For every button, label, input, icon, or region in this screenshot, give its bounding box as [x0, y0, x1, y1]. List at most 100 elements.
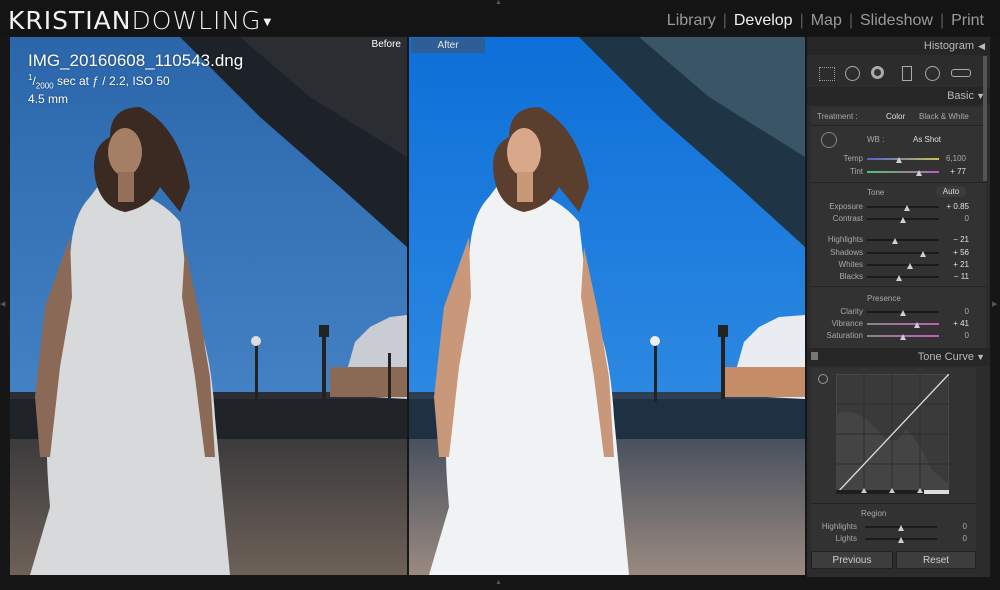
top-panel-toggle-icon[interactable]: ▲: [495, 0, 502, 6]
divider: [811, 503, 976, 504]
shadows-slider-thumb[interactable]: [920, 251, 927, 257]
left-panel-toggle-icon[interactable]: ◀: [0, 300, 5, 308]
spot-removal-icon[interactable]: [845, 66, 860, 81]
basic-header[interactable]: Basic ▼: [807, 87, 990, 105]
blacks-label: Blacks: [839, 272, 863, 281]
vibrance-label: Vibrance: [831, 319, 863, 328]
before-photo-image: [10, 37, 407, 575]
clarity-value[interactable]: 0: [937, 307, 969, 316]
divider: [811, 286, 986, 287]
region-lights-value[interactable]: 0: [935, 534, 967, 543]
module-print[interactable]: Print: [951, 12, 984, 29]
adjustment-brush-icon[interactable]: [951, 69, 971, 77]
temp-slider-thumb[interactable]: [896, 157, 903, 163]
module-slideshow[interactable]: Slideshow: [860, 12, 933, 29]
brand-name-second: DOWLING: [131, 6, 262, 35]
before-label: Before: [371, 39, 401, 50]
crop-overlay-icon[interactable]: [819, 67, 835, 81]
module-picker: Library | Develop | Map | Slideshow | Print: [667, 12, 984, 30]
photo-focal-length: 4.5 mm: [28, 92, 69, 107]
shadows-label: Shadows: [830, 248, 863, 257]
treatment-color-option[interactable]: Color: [886, 112, 905, 121]
previous-button[interactable]: Previous: [811, 551, 893, 569]
shadows-value[interactable]: + 56: [937, 248, 969, 257]
presence-label: Presence: [867, 294, 901, 303]
region-highlights-value[interactable]: 0: [935, 522, 967, 531]
exposure-settings: sec at ƒ / 2.2, ISO 50: [56, 74, 170, 88]
radial-filter-icon[interactable]: [925, 66, 940, 81]
divider: [811, 125, 986, 126]
module-develop[interactable]: Develop: [734, 12, 793, 29]
exposure-slider-thumb[interactable]: [903, 205, 910, 211]
develop-right-panel: Histogram ◀ Basic ▼ Treatment : Color Blac…: [807, 37, 990, 577]
module-divider: |: [939, 12, 945, 29]
identity-plate[interactable]: KRISTIANDOWLING ▼: [8, 6, 272, 35]
temp-value[interactable]: 6,100: [934, 154, 966, 163]
divider: [811, 182, 986, 183]
tone-curve-section: Region Highlights 0 Lights 0: [811, 368, 976, 553]
shutter-denominator: 2000: [35, 81, 54, 91]
chevron-down-icon[interactable]: ▼: [264, 17, 273, 28]
tint-value[interactable]: + 77: [934, 167, 966, 176]
vibrance-slider[interactable]: [867, 323, 939, 325]
contrast-label: Contrast: [832, 214, 863, 223]
histogram-title: Histogram: [923, 40, 974, 52]
contrast-value[interactable]: 0: [937, 214, 969, 223]
before-photo[interactable]: Before IMG_20160608_110543.dng 1/2000 se…: [10, 37, 407, 575]
highlights-value[interactable]: − 21: [937, 235, 969, 244]
reset-button[interactable]: Reset: [896, 551, 976, 569]
tone-curve-title: Tone Curve: [917, 351, 974, 363]
tone-curve-graph[interactable]: [836, 374, 949, 494]
red-eye-icon[interactable]: [871, 66, 884, 79]
histogram-header[interactable]: Histogram ◀: [807, 37, 990, 55]
highlights-slider[interactable]: [867, 239, 939, 241]
shadows-slider[interactable]: [867, 252, 939, 254]
photo-info-overlay: IMG_20160608_110543.dng 1/2000 sec at ƒ …: [28, 51, 243, 106]
blacks-value[interactable]: − 11: [937, 272, 969, 281]
saturation-value[interactable]: 0: [937, 331, 969, 340]
photo-exposure-info: 1/2000 sec at ƒ / 2.2, ISO 50: [28, 73, 170, 91]
treatment-bw-option[interactable]: Black & White: [919, 112, 969, 121]
after-label: After: [411, 38, 485, 53]
tone-curve-header[interactable]: Tone Curve ▼: [807, 348, 990, 366]
region-highlights-slider-thumb[interactable]: [898, 525, 904, 531]
exposure-value[interactable]: + 0.85: [937, 202, 969, 211]
whites-slider[interactable]: [867, 264, 939, 266]
whites-slider-thumb[interactable]: [907, 263, 914, 269]
tint-slider-thumb[interactable]: [915, 170, 922, 176]
tint-label: Tint: [849, 167, 863, 176]
after-photo[interactable]: After: [409, 37, 805, 575]
tint-slider[interactable]: [867, 171, 939, 173]
right-panel-toggle-icon[interactable]: ▶: [992, 300, 997, 308]
region-lights-slider-thumb[interactable]: [898, 537, 904, 543]
clarity-slider-thumb[interactable]: [900, 310, 906, 316]
module-divider: |: [848, 12, 853, 29]
module-divider: |: [722, 12, 727, 29]
vibrance-slider-thumb[interactable]: [914, 322, 921, 328]
panel-scrollbar[interactable]: [983, 56, 987, 181]
basic-title: Basic: [947, 90, 974, 102]
saturation-slider-thumb[interactable]: [900, 334, 906, 340]
panel-switch-icon[interactable]: [811, 352, 818, 360]
tool-strip: [813, 63, 983, 85]
collapse-arrow-icon[interactable]: ▼: [976, 348, 985, 366]
contrast-slider-thumb[interactable]: [900, 217, 906, 223]
wb-label: WB :: [867, 135, 885, 144]
vibrance-value[interactable]: + 41: [937, 319, 969, 328]
auto-tone-button[interactable]: Auto: [936, 186, 966, 197]
wb-eyedropper-icon[interactable]: [821, 132, 837, 148]
tone-label: Tone: [867, 188, 885, 197]
whites-value[interactable]: + 21: [937, 260, 969, 269]
highlights-slider-thumb[interactable]: [892, 238, 899, 244]
graduated-filter-icon[interactable]: [902, 66, 912, 81]
bottom-panel-toggle-icon[interactable]: ▲: [495, 579, 502, 586]
module-library[interactable]: Library: [667, 12, 716, 29]
blacks-slider[interactable]: [867, 276, 939, 278]
module-map[interactable]: Map: [811, 12, 842, 29]
exposure-label: Exposure: [829, 202, 863, 211]
temp-slider[interactable]: [867, 158, 939, 160]
wb-select[interactable]: As Shot: [913, 135, 941, 144]
target-adjust-icon[interactable]: [818, 374, 828, 384]
collapse-arrow-icon[interactable]: ◀: [978, 37, 985, 55]
blacks-slider-thumb[interactable]: [895, 275, 902, 281]
